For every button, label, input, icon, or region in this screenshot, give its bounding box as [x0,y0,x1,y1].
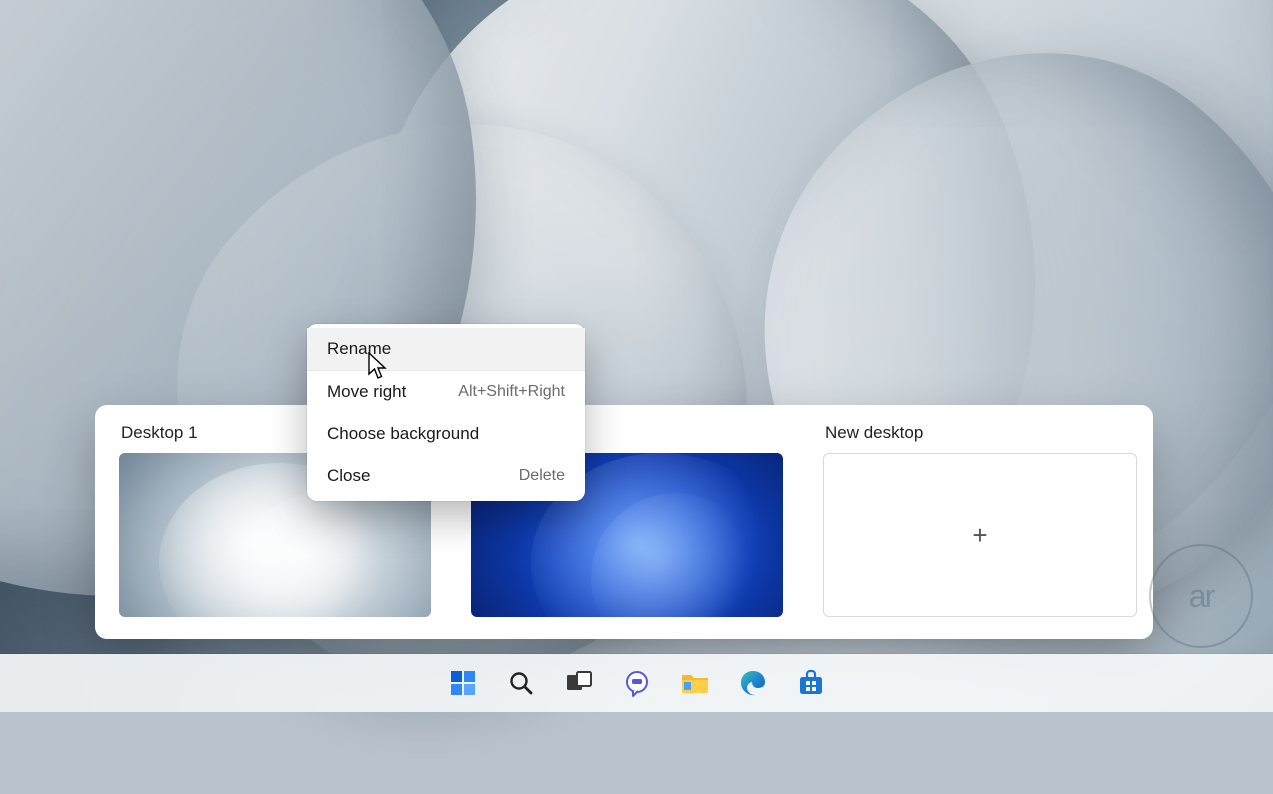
menu-item-choose-background[interactable]: Choose background [307,413,585,455]
edge-icon [739,669,767,697]
menu-item-shortcut: Alt+Shift+Right [458,383,565,401]
menu-item-move-right[interactable]: Move right Alt+Shift+Right [307,371,585,413]
taskview-icon [566,671,592,695]
menu-item-label: Choose background [327,424,479,444]
new-desktop-card[interactable]: New desktop + [823,419,1135,617]
plus-icon: + [972,520,987,551]
edge-button[interactable] [738,668,768,698]
menu-item-close[interactable]: Close Delete [307,455,585,497]
new-desktop-tile[interactable]: + [823,453,1137,617]
file-explorer-button[interactable] [680,668,710,698]
menu-item-label: Rename [327,339,391,359]
menu-item-shortcut: Delete [519,467,565,485]
watermark-badge: ar [1149,544,1253,648]
taskview-button[interactable] [564,668,594,698]
menu-item-label: Move right [327,382,406,402]
search-button[interactable] [506,668,536,698]
menu-item-label: Close [327,466,370,486]
folder-icon [680,670,710,696]
taskbar [0,654,1273,712]
windows-logo-icon [449,669,477,697]
menu-item-rename[interactable]: Rename [307,328,585,370]
start-button[interactable] [448,668,478,698]
chat-icon [623,669,651,697]
new-desktop-label: New desktop [825,423,1133,443]
search-icon [508,670,534,696]
desktop-context-menu: Rename Move right Alt+Shift+Right Choose… [307,324,585,501]
store-icon [797,669,825,697]
store-button[interactable] [796,668,826,698]
watermark-text: ar [1189,578,1213,615]
chat-button[interactable] [622,668,652,698]
taskview-panel: Desktop 1 Desktop 2 New desktop + [95,405,1153,639]
